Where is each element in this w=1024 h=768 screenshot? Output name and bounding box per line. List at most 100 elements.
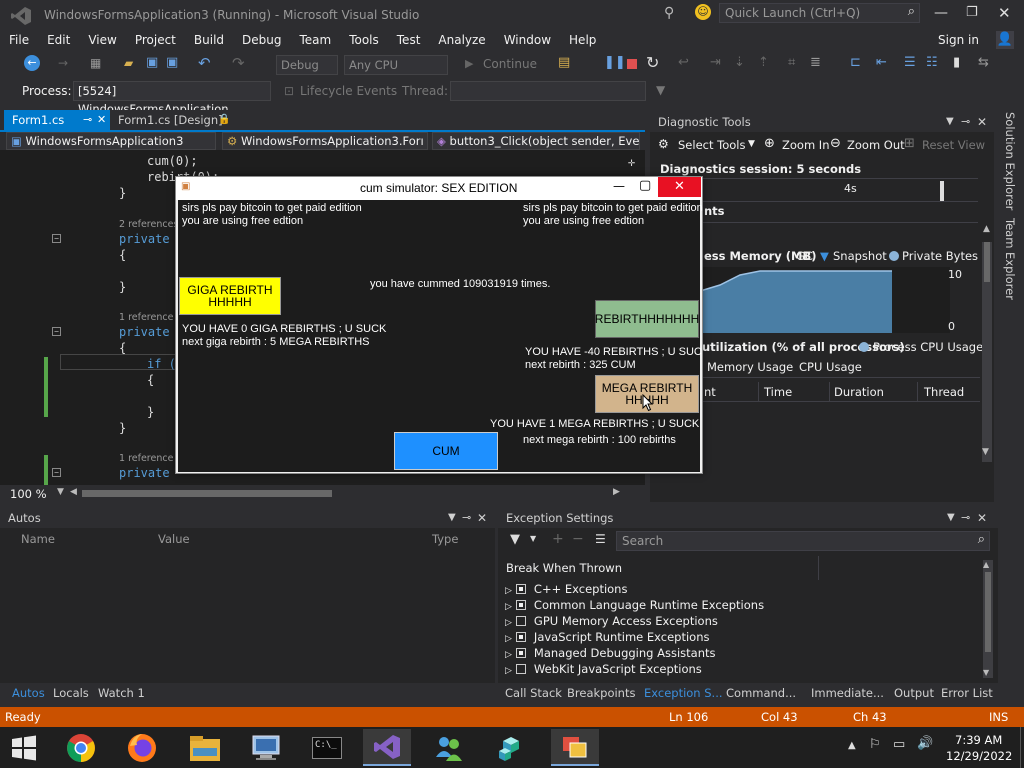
panel-close-icon[interactable]: ✕	[977, 508, 987, 528]
cum-button[interactable]: CUM	[394, 432, 498, 470]
col-name[interactable]: Name	[21, 532, 55, 546]
panel-close-icon[interactable]: ✕	[977, 112, 987, 132]
menu-test[interactable]: Test	[388, 30, 430, 50]
zoom-dropdown-icon[interactable]: ▼	[57, 487, 64, 497]
col-event[interactable]: nt	[704, 385, 716, 399]
indent-icon[interactable]: ⇤	[876, 55, 887, 70]
filter-icon[interactable]: ⚲	[664, 5, 674, 21]
filter-icon[interactable]: ▼	[510, 532, 520, 547]
bookmark-nav-icon[interactable]: ⇆	[978, 55, 989, 70]
restore-icon[interactable]: ❐	[966, 5, 978, 20]
zoom-in-icon[interactable]: ⊕	[764, 136, 775, 151]
stop-icon[interactable]	[627, 59, 637, 69]
tab-watch-1[interactable]: Watch 1	[98, 686, 145, 700]
tab-output[interactable]: Output	[894, 686, 934, 700]
terminal-icon[interactable]: C:\_	[303, 729, 351, 766]
tab-breakpoints[interactable]: Breakpoints	[567, 686, 635, 700]
uncomment-icon[interactable]: ☷	[926, 55, 938, 70]
minimize-icon[interactable]: —	[934, 5, 948, 21]
restart-icon[interactable]: ↻	[646, 53, 659, 72]
visual-studio-icon[interactable]	[363, 729, 411, 766]
step-out-icon[interactable]: ⇡	[758, 55, 769, 70]
attach-process-icon[interactable]: ▤	[558, 55, 570, 70]
col-value[interactable]: Value	[158, 532, 190, 546]
hex-display-icon[interactable]: ⌗	[788, 55, 795, 70]
exception-checkbox[interactable]	[515, 648, 526, 658]
expand-icon[interactable]: ▷	[505, 666, 512, 676]
menu-debug[interactable]: Debug	[233, 30, 290, 50]
app-minimize-icon[interactable]: —	[613, 179, 625, 193]
sign-in-link[interactable]: Sign in	[938, 33, 979, 47]
diagnostic-scrollbar[interactable]: ▲ ▼	[982, 224, 992, 462]
menu-edit[interactable]: Edit	[38, 30, 79, 50]
zoom-in-button[interactable]: Zoom In	[782, 138, 830, 152]
menu-tools[interactable]: Tools	[340, 30, 388, 50]
exception-category-row[interactable]: ▷ JavaScript Runtime Exceptions	[505, 629, 710, 645]
exception-category-row[interactable]: ▷ Managed Debugging Assistants	[505, 645, 716, 661]
app-window-icon[interactable]	[551, 729, 599, 766]
tab-immediate-window[interactable]: Immediate...	[811, 686, 884, 700]
reset-view-button[interactable]: Reset View	[922, 138, 985, 152]
memory-chart[interactable]	[700, 267, 950, 333]
split-editor-icon[interactable]: ✛	[628, 155, 635, 169]
pin-icon[interactable]: ⊸	[961, 112, 970, 132]
exception-checkbox[interactable]	[515, 600, 526, 610]
expand-icon[interactable]: ▷	[505, 586, 512, 596]
zoom-out-button[interactable]: Zoom Out	[847, 138, 905, 152]
remove-icon[interactable]: −	[572, 531, 584, 547]
panel-menu-icon[interactable]: ▼	[946, 112, 954, 132]
action-flag-icon[interactable]: ⚐	[869, 737, 881, 752]
zoom-level[interactable]: 100 %	[10, 487, 47, 501]
panel-menu-icon[interactable]: ▼	[947, 508, 955, 528]
undo-icon[interactable]: ↶	[198, 54, 211, 72]
tab-form1-design[interactable]: Form1.cs [Design] 🔒	[110, 110, 240, 130]
cubes-icon[interactable]	[487, 729, 535, 766]
tab-locals[interactable]: Locals	[53, 686, 89, 700]
network-icon[interactable]	[242, 729, 290, 766]
exception-search-input[interactable]: Search ⌕	[616, 531, 990, 551]
giga-rebirth-button[interactable]: GIGA REBIRTHHHHHH	[179, 277, 281, 315]
tab-cpu-usage[interactable]: CPU Usage	[799, 360, 862, 374]
volume-icon[interactable]: 🔊	[917, 736, 933, 751]
filter-dropdown-icon[interactable]: ▼	[530, 534, 536, 543]
list-view-icon[interactable]: ☰	[595, 532, 606, 546]
reset-view-icon[interactable]: ⊞	[904, 136, 915, 151]
col-time[interactable]: Time	[764, 385, 792, 399]
select-tools-button[interactable]: Select Tools	[678, 138, 745, 152]
menu-file[interactable]: File	[0, 30, 38, 50]
rebirth-button[interactable]: REBIRTHHHHHHH	[595, 300, 699, 338]
menu-view[interactable]: View	[79, 30, 125, 50]
exception-checkbox[interactable]	[515, 616, 526, 626]
member-combo[interactable]: ◈ button3_Click(object sender, Eve	[432, 132, 640, 150]
save-icon[interactable]: ▣	[146, 55, 158, 70]
tray-clock-date[interactable]: 12/29/2022	[946, 749, 1012, 763]
scroll-up-icon[interactable]: ▲	[983, 560, 989, 569]
panel-menu-icon[interactable]: ▼	[448, 508, 456, 528]
tab-call-stack[interactable]: Call Stack	[505, 686, 562, 700]
step-into-icon[interactable]: ⇥	[710, 55, 721, 70]
menu-project[interactable]: Project	[126, 30, 185, 50]
lifecycle-icon[interactable]: ⊡	[284, 84, 294, 98]
open-file-icon[interactable]: ▰	[124, 56, 133, 70]
scrollbar-thumb[interactable]	[984, 242, 990, 282]
chrome-icon[interactable]	[57, 729, 105, 766]
tray-chevron-icon[interactable]: ▲	[848, 740, 856, 751]
scroll-left-icon[interactable]: ◀	[70, 487, 77, 497]
collapse-icon[interactable]: −	[52, 234, 61, 243]
exception-category-row[interactable]: ▷ WebKit JavaScript Exceptions	[505, 661, 702, 677]
file-explorer-icon[interactable]	[181, 729, 229, 766]
tab-error-list[interactable]: Error List	[941, 686, 993, 700]
col-thread[interactable]: Thread	[924, 385, 964, 399]
format-icon[interactable]: ≣	[810, 55, 821, 70]
new-project-icon[interactable]: ▦	[90, 56, 101, 70]
expand-icon[interactable]: ▷	[505, 650, 512, 660]
show-desktop-button[interactable]	[1020, 727, 1024, 768]
exception-scrollbar[interactable]: ▲ ▼	[983, 560, 993, 678]
thread-combo[interactable]	[450, 81, 646, 101]
team-explorer-tab[interactable]: Team Explorer	[1001, 218, 1017, 308]
collapse-icon[interactable]: −	[52, 468, 61, 477]
tab-command-window[interactable]: Command...	[726, 686, 796, 700]
pin-icon[interactable]: ⊸	[83, 110, 92, 130]
process-combo[interactable]: [5524] WindowsFormsApplication	[73, 81, 271, 116]
show-next-statement-icon[interactable]: ↩	[678, 55, 689, 70]
